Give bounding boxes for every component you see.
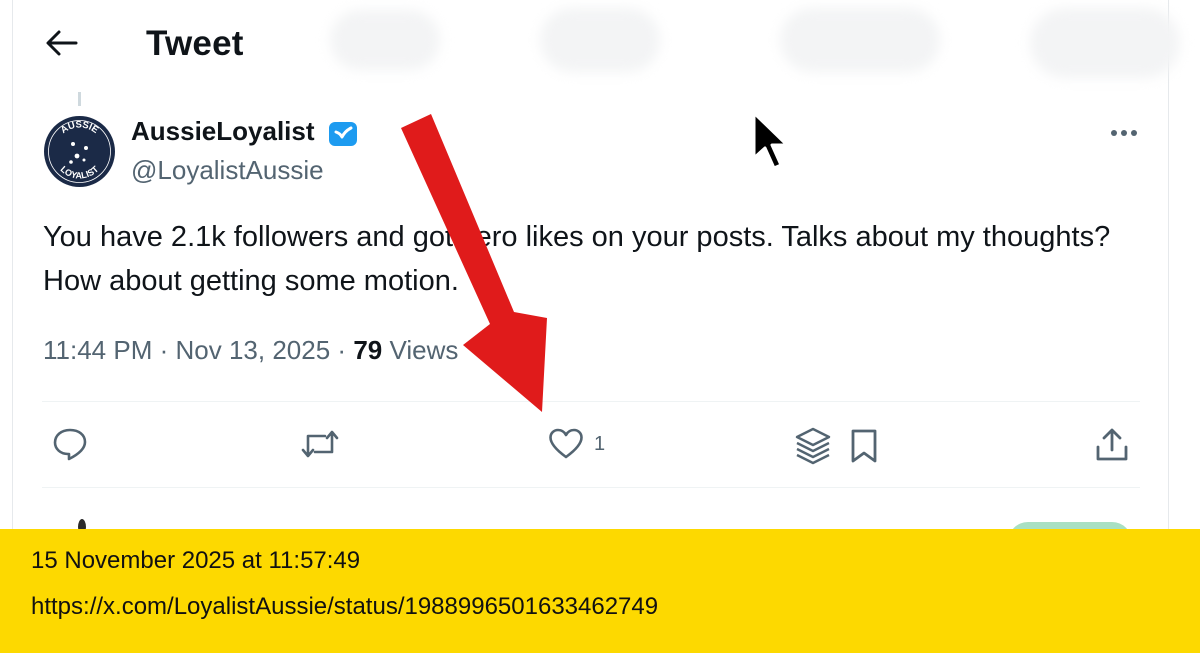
bookmark-icon xyxy=(851,429,877,463)
bookmark-button[interactable] xyxy=(848,428,880,464)
retweet-button[interactable] xyxy=(300,427,340,461)
like-count: 1 xyxy=(594,432,606,455)
verified-badge-icon[interactable] xyxy=(328,121,358,147)
layers-icon xyxy=(795,427,831,465)
tweet-text: You have 2.1k followers and got zero lik… xyxy=(43,221,1111,297)
arrow-left-icon[interactable] xyxy=(44,28,78,58)
tweet-header: Tweet xyxy=(0,0,1200,90)
retweet-icon xyxy=(301,430,339,458)
divider xyxy=(42,401,1140,402)
tweet-date[interactable]: Nov 13, 2025 xyxy=(176,335,331,365)
author-display-name[interactable]: AussieLoyalist xyxy=(131,116,315,147)
divider xyxy=(42,487,1140,488)
mouse-pointer-icon xyxy=(752,111,789,170)
heart-icon xyxy=(549,428,583,459)
author-handle[interactable]: @LoyalistAussie xyxy=(131,155,324,186)
comment-icon xyxy=(53,428,87,461)
views-count: 79 xyxy=(353,335,383,365)
grok-button[interactable] xyxy=(794,426,832,466)
tweet-metadata: 11:44 PM · Nov 13, 2025 · 79 Views xyxy=(43,335,458,366)
share-button[interactable] xyxy=(1094,427,1130,463)
reply-button[interactable] xyxy=(52,427,88,461)
aussie-loyalist-logo: AUSSIE LOYALIST xyxy=(45,117,114,186)
page-title: Tweet xyxy=(146,24,244,63)
share-icon xyxy=(1096,428,1128,461)
capture-timestamp: 15 November 2025 at 11:57:49 xyxy=(31,547,361,574)
meta-separator: · xyxy=(159,335,169,365)
caption-bar: 15 November 2025 at 11:57:49 https://x.c… xyxy=(0,529,1200,653)
avatar[interactable]: AUSSIE LOYALIST xyxy=(44,116,115,187)
like-button[interactable]: 1 xyxy=(548,428,605,460)
thread-connector xyxy=(78,92,81,106)
more-options-icon[interactable] xyxy=(1106,122,1142,144)
views-label: Views xyxy=(389,335,459,365)
tweet-time[interactable]: 11:44 PM xyxy=(43,335,152,365)
capture-url[interactable]: https://x.com/LoyalistAussie/status/1988… xyxy=(31,593,658,621)
meta-separator: · xyxy=(337,335,347,365)
